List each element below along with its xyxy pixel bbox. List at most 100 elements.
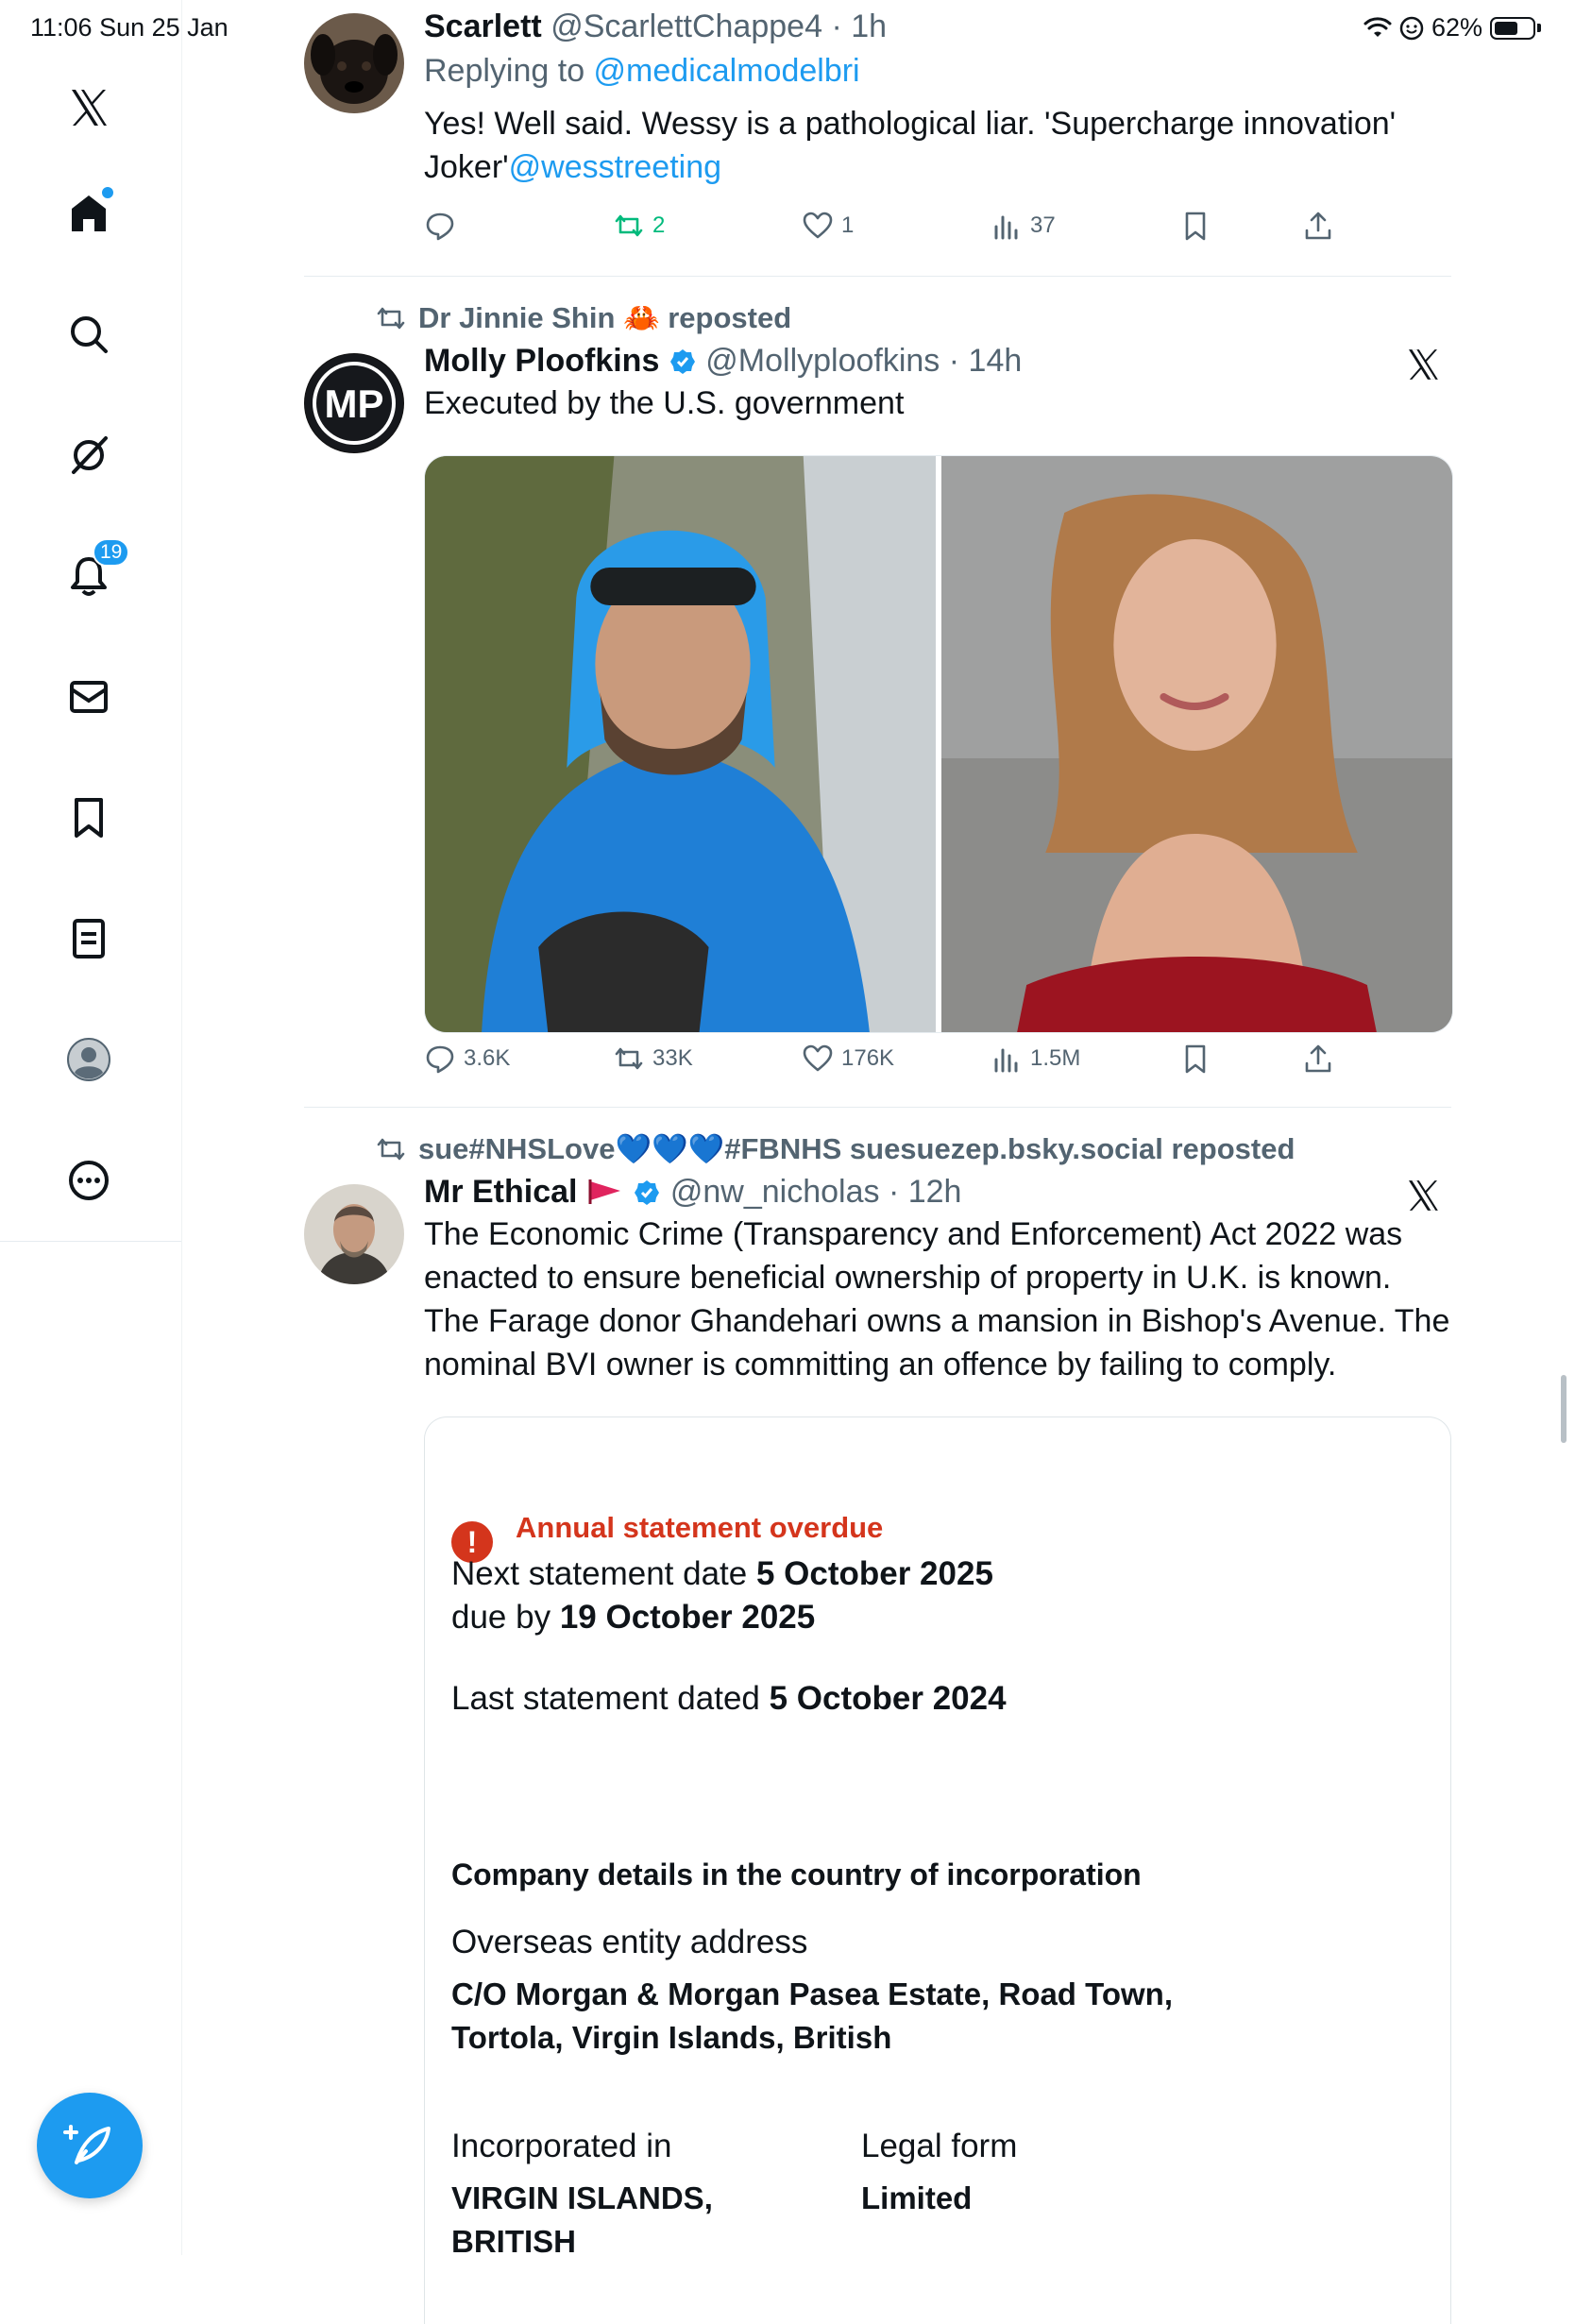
tweet-content: Mr Ethical @nw_nicholas · 12h The Econom… [424, 1173, 1451, 1386]
more-icon[interactable] [59, 1150, 119, 1211]
like-button[interactable]: 1 [802, 210, 854, 242]
reposted-by[interactable]: Dr Jinnie Shin 🦀 reposted [375, 300, 791, 335]
replying-to: Replying to @medicalmodelbri [424, 51, 1451, 91]
tweet-separator [304, 276, 1451, 277]
reposted-by-text: Dr Jinnie Shin 🦀 reposted [418, 301, 792, 334]
repost-count: 2 [652, 212, 666, 238]
tweet-text: Executed by the U.S. government [424, 385, 905, 421]
avatar-icon[interactable] [59, 1029, 119, 1090]
timestamp[interactable]: · 12h [889, 1174, 962, 1210]
compose-button[interactable] [37, 2093, 143, 2198]
last-statement-value: 5 October 2024 [769, 1680, 1007, 1717]
tweet[interactable]: sue#NHSLove💙💙💙#FBNHS suesuezep.bsky.soci… [304, 1109, 1451, 2324]
media-gallery[interactable] [424, 455, 1453, 1033]
user-handle[interactable]: @Mollyploofkins [705, 343, 940, 379]
like-button[interactable]: 176K [802, 1043, 894, 1075]
reply-button[interactable] [424, 210, 464, 242]
user-handle[interactable]: @ScarlettChappe4 [550, 8, 822, 44]
battery-tip [1537, 24, 1541, 32]
reposted-by-text: sue#NHSLove💙💙💙#FBNHS suesuezep.bsky.soci… [418, 1132, 1296, 1165]
reply-count: 3.6K [464, 1045, 511, 1071]
incorporated-label: Incorporated in [451, 2128, 672, 2164]
verified-icon [669, 349, 695, 374]
last-statement-label: Last statement dated [451, 1680, 770, 1717]
repost-icon [615, 1047, 643, 1070]
tweet-content: Scarlett @ScarlettChappe4 · 1h Replying … [424, 8, 1451, 189]
tweet[interactable]: Scarlett @ScarlettChappe4 · 1h Replying … [304, 0, 1451, 278]
list-icon[interactable] [59, 908, 119, 969]
photo-man-blue-jacket[interactable] [425, 456, 936, 1032]
timestamp[interactable]: · 14h [949, 343, 1023, 379]
bookmark-button[interactable] [1179, 1043, 1211, 1075]
views-count: 37 [1030, 212, 1056, 238]
display-name[interactable]: Molly Ploofkins [424, 343, 659, 379]
share-button[interactable] [1302, 210, 1334, 242]
bookmark-icon [1185, 1044, 1206, 1074]
tweet-actions: 3.6K 33K 176K 1.5M [424, 1043, 1331, 1084]
reply-button[interactable]: 3.6K [424, 1043, 510, 1075]
bell-icon[interactable]: 19 [59, 538, 130, 606]
photo-woman-red-dress[interactable] [941, 456, 1452, 1032]
address-label: Overseas entity address [451, 1924, 808, 1960]
sidebar-divider [0, 1241, 181, 1242]
tweet-actions: 2 1 37 [424, 210, 1331, 251]
mention-link[interactable]: @wesstreeting [509, 149, 721, 185]
like-count: 176K [841, 1045, 895, 1071]
grok-icon[interactable] [59, 425, 119, 485]
heart-icon [803, 1044, 833, 1072]
display-name[interactable]: Scarlett [424, 8, 542, 44]
repost-count: 33K [652, 1045, 693, 1071]
sidebar: 19 [0, 0, 182, 2255]
next-statement-value: 5 October 2025 [755, 1555, 993, 1592]
x-logo-icon[interactable] [59, 77, 119, 138]
due-by-label: due by [451, 1599, 560, 1636]
timestamp[interactable]: · 1h [831, 8, 887, 44]
x-logo-icon [1409, 1180, 1438, 1211]
repost-button[interactable]: 2 [613, 210, 665, 242]
views-icon [994, 215, 1018, 240]
views-count: 1.5M [1030, 1045, 1081, 1071]
due-by-value: 19 October 2025 [559, 1599, 816, 1636]
views-button[interactable]: 37 [991, 210, 1056, 242]
avatar[interactable]: MP [304, 353, 404, 453]
tweet-separator [304, 1107, 1451, 1108]
like-count: 1 [841, 212, 855, 238]
avatar[interactable] [304, 13, 404, 113]
x-logo-icon [1409, 349, 1438, 380]
views-button[interactable]: 1.5M [991, 1043, 1080, 1075]
repost-icon [615, 214, 643, 237]
replying-prefix: Replying to [424, 53, 594, 89]
embedded-image-card[interactable]: ! Annual statement overdue Next statemen… [424, 1416, 1451, 2324]
share-icon [1305, 1044, 1331, 1073]
display-name[interactable]: Mr Ethical [424, 1174, 577, 1210]
bookmark-button[interactable] [1179, 210, 1211, 242]
compose-feather-icon [63, 2125, 110, 2164]
scrollbar[interactable] [1561, 1375, 1567, 1443]
tweet-header: Scarlett @ScarlettChappe4 · 1h [424, 8, 1451, 45]
reply-icon [426, 1045, 454, 1074]
next-statement-label: Next statement date [451, 1555, 756, 1592]
repost-small-icon [377, 1138, 405, 1160]
home-icon[interactable] [59, 183, 119, 244]
tweet-text: The Economic Crime (Transparency and Enf… [424, 1216, 1450, 1383]
bookmark-icon[interactable] [59, 788, 119, 848]
incorporated-line-1: VIRGIN ISLANDS, [451, 2180, 713, 2215]
address-line-2: Tortola, Virgin Islands, British [451, 2020, 892, 2055]
last-statement: Last statement dated 5 October 2024 [451, 1680, 1007, 1718]
section-title: Company details in the country of incorp… [451, 1858, 1142, 1891]
notifications-badge: 19 [93, 538, 130, 567]
user-handle[interactable]: @nw_nicholas [670, 1174, 880, 1210]
repost-button[interactable]: 33K [613, 1043, 693, 1075]
replying-to-link[interactable]: @medicalmodelbri [594, 53, 860, 89]
heart-icon [803, 212, 833, 239]
tweet[interactable]: Dr Jinnie Shin 🦀 reposted MP Molly Ploof… [304, 278, 1453, 1109]
repost-small-icon [377, 307, 405, 329]
envelope-icon[interactable] [59, 667, 119, 727]
tweet-header: Molly Ploofkins @Mollyploofkins · 14h [424, 342, 1451, 380]
avatar[interactable] [304, 1184, 404, 1284]
search-icon[interactable] [59, 304, 119, 365]
reposted-by[interactable]: sue#NHSLove💙💙💙#FBNHS suesuezep.bsky.soci… [375, 1131, 1295, 1166]
share-button[interactable] [1302, 1043, 1334, 1075]
overdue-title: Annual statement overdue [516, 1511, 884, 1544]
views-icon [994, 1048, 1018, 1073]
